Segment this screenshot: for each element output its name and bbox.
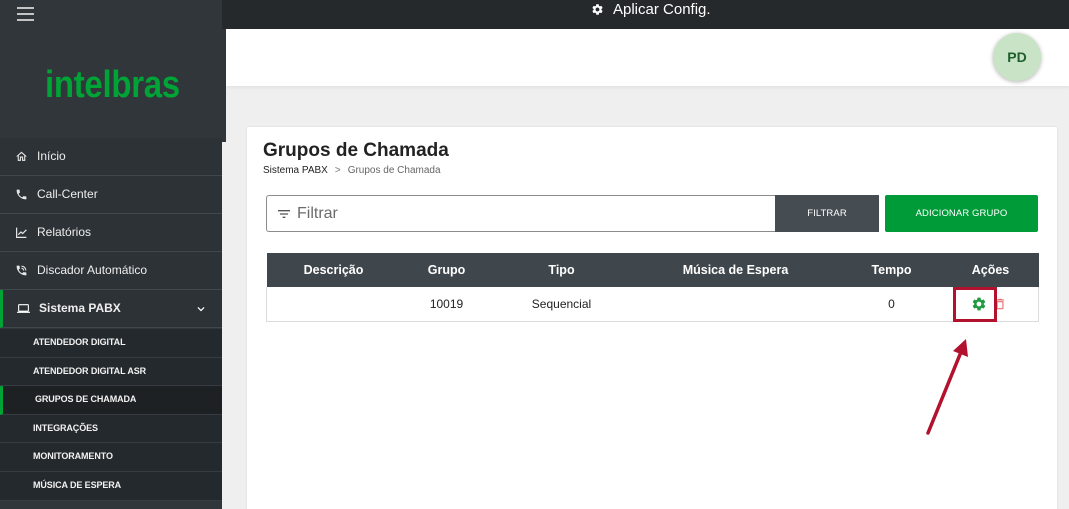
sidebar-item-sistema-pabx[interactable]: Sistema PABX [0, 290, 222, 328]
chevron-down-icon[interactable] [194, 302, 208, 316]
phone-in-talk-icon [16, 265, 27, 276]
sidebar-item-label: Sistema PABX [39, 301, 121, 315]
breadcrumb: Sistema PABX > Grupos de Chamada [263, 165, 441, 177]
apply-config-button[interactable]: Aplicar Config. [591, 0, 711, 19]
home-icon [16, 151, 27, 161]
sidebar-menu: Início Call-Center Relatórios Discador A… [0, 138, 222, 328]
column-header-tempo: Tempo [840, 253, 943, 287]
avatar[interactable]: PD [993, 33, 1041, 81]
app-root: intelbras Início Call-Center Relatórios … [0, 0, 1069, 509]
filter-input[interactable] [297, 196, 767, 231]
laptop-icon [17, 304, 30, 313]
column-header-acoes: Ações [942, 253, 1039, 287]
sidebar-item-label: Início [37, 149, 66, 163]
sidebar-subitem-musica-de-espera[interactable]: MÚSICA DE ESPERA [0, 472, 222, 501]
cell-descricao [266, 287, 401, 322]
filter-button[interactable]: FILTRAR [775, 195, 879, 232]
sidebar: intelbras Início Call-Center Relatórios … [0, 0, 222, 509]
sidebar-subitem-grupos-de-chamada[interactable]: GRUPOS DE CHAMADA [0, 386, 222, 415]
line-chart-icon [16, 227, 27, 238]
breadcrumb-separator: > [334, 165, 341, 176]
sidebar-subitem-label: ATENDEDOR DIGITAL ASR [33, 365, 147, 376]
sidebar-item-label: Relatórios [37, 225, 92, 239]
add-group-button[interactable]: ADICIONAR GRUPO [885, 195, 1038, 232]
header [226, 29, 1069, 86]
sidebar-submenu-sistema-pabx: ATENDEDOR DIGITAL ATENDEDOR DIGITAL ASR … [0, 329, 222, 501]
column-header-tipo: Tipo [492, 253, 631, 287]
sidebar-item-label: Discador Automático [37, 263, 148, 277]
top-bar: Aplicar Config. [222, 0, 1069, 29]
hamburger-menu-button[interactable] [15, 5, 37, 23]
row-actions [943, 296, 1039, 312]
column-header-musica-de-espera: Música de Espera [630, 253, 841, 287]
sidebar-subitem-monitoramento[interactable]: MONITORAMENTO [0, 443, 222, 472]
sidebar-subitem-label: MÚSICA DE ESPERA [33, 479, 122, 490]
sidebar-item-call-center[interactable]: Call-Center [0, 176, 222, 214]
sidebar-subitem-atendedor-digital[interactable]: ATENDEDOR DIGITAL [0, 329, 222, 358]
gear-icon [592, 4, 603, 15]
sidebar-subitem-label: INTEGRAÇÕES [33, 422, 98, 433]
cell-acoes [942, 287, 1039, 322]
cell-musica-de-espera [630, 287, 841, 322]
page-title: Grupos de Chamada [263, 140, 449, 161]
table-row: 10019 Sequencial 0 [266, 287, 1039, 322]
sidebar-subitem-integracoes[interactable]: INTEGRAÇÕES [0, 415, 222, 444]
cell-tempo: 0 [840, 287, 943, 322]
sidebar-item-inicio[interactable]: Início [0, 138, 222, 176]
sidebar-subitem-label: MONITORAMENTO [33, 451, 113, 462]
cell-tipo: Sequencial [492, 287, 631, 322]
sidebar-item-relatorios[interactable]: Relatórios [0, 214, 222, 252]
filter-field [266, 195, 775, 232]
hamburger-icon [17, 7, 34, 21]
sidebar-item-discador-automatico[interactable]: Discador Automático [0, 252, 222, 290]
gear-icon[interactable] [971, 296, 987, 312]
breadcrumb-parent[interactable]: Sistema PABX [263, 165, 328, 176]
column-header-grupo: Grupo [400, 253, 493, 287]
phone-icon [16, 189, 27, 200]
intelbras-logo: intelbras [45, 62, 180, 106]
sidebar-subitem-atendedor-digital-asr[interactable]: ATENDEDOR DIGITAL ASR [0, 358, 222, 387]
column-header-descricao: Descrição [266, 253, 401, 287]
table-header-row: Descrição Grupo Tipo Música de Espera Te… [266, 253, 1039, 287]
trash-icon[interactable] [993, 297, 1007, 311]
sidebar-item-label: Call-Center [37, 187, 98, 201]
cell-grupo: 10019 [400, 287, 493, 322]
filter-icon [278, 210, 290, 218]
apply-config-label: Aplicar Config. [613, 1, 711, 18]
sidebar-subitem-label: ATENDEDOR DIGITAL [33, 337, 126, 347]
breadcrumb-current: Grupos de Chamada [347, 165, 441, 176]
sidebar-subitem-label: GRUPOS DE CHAMADA [35, 394, 137, 405]
call-groups-table: Descrição Grupo Tipo Música de Espera Te… [266, 253, 1039, 322]
